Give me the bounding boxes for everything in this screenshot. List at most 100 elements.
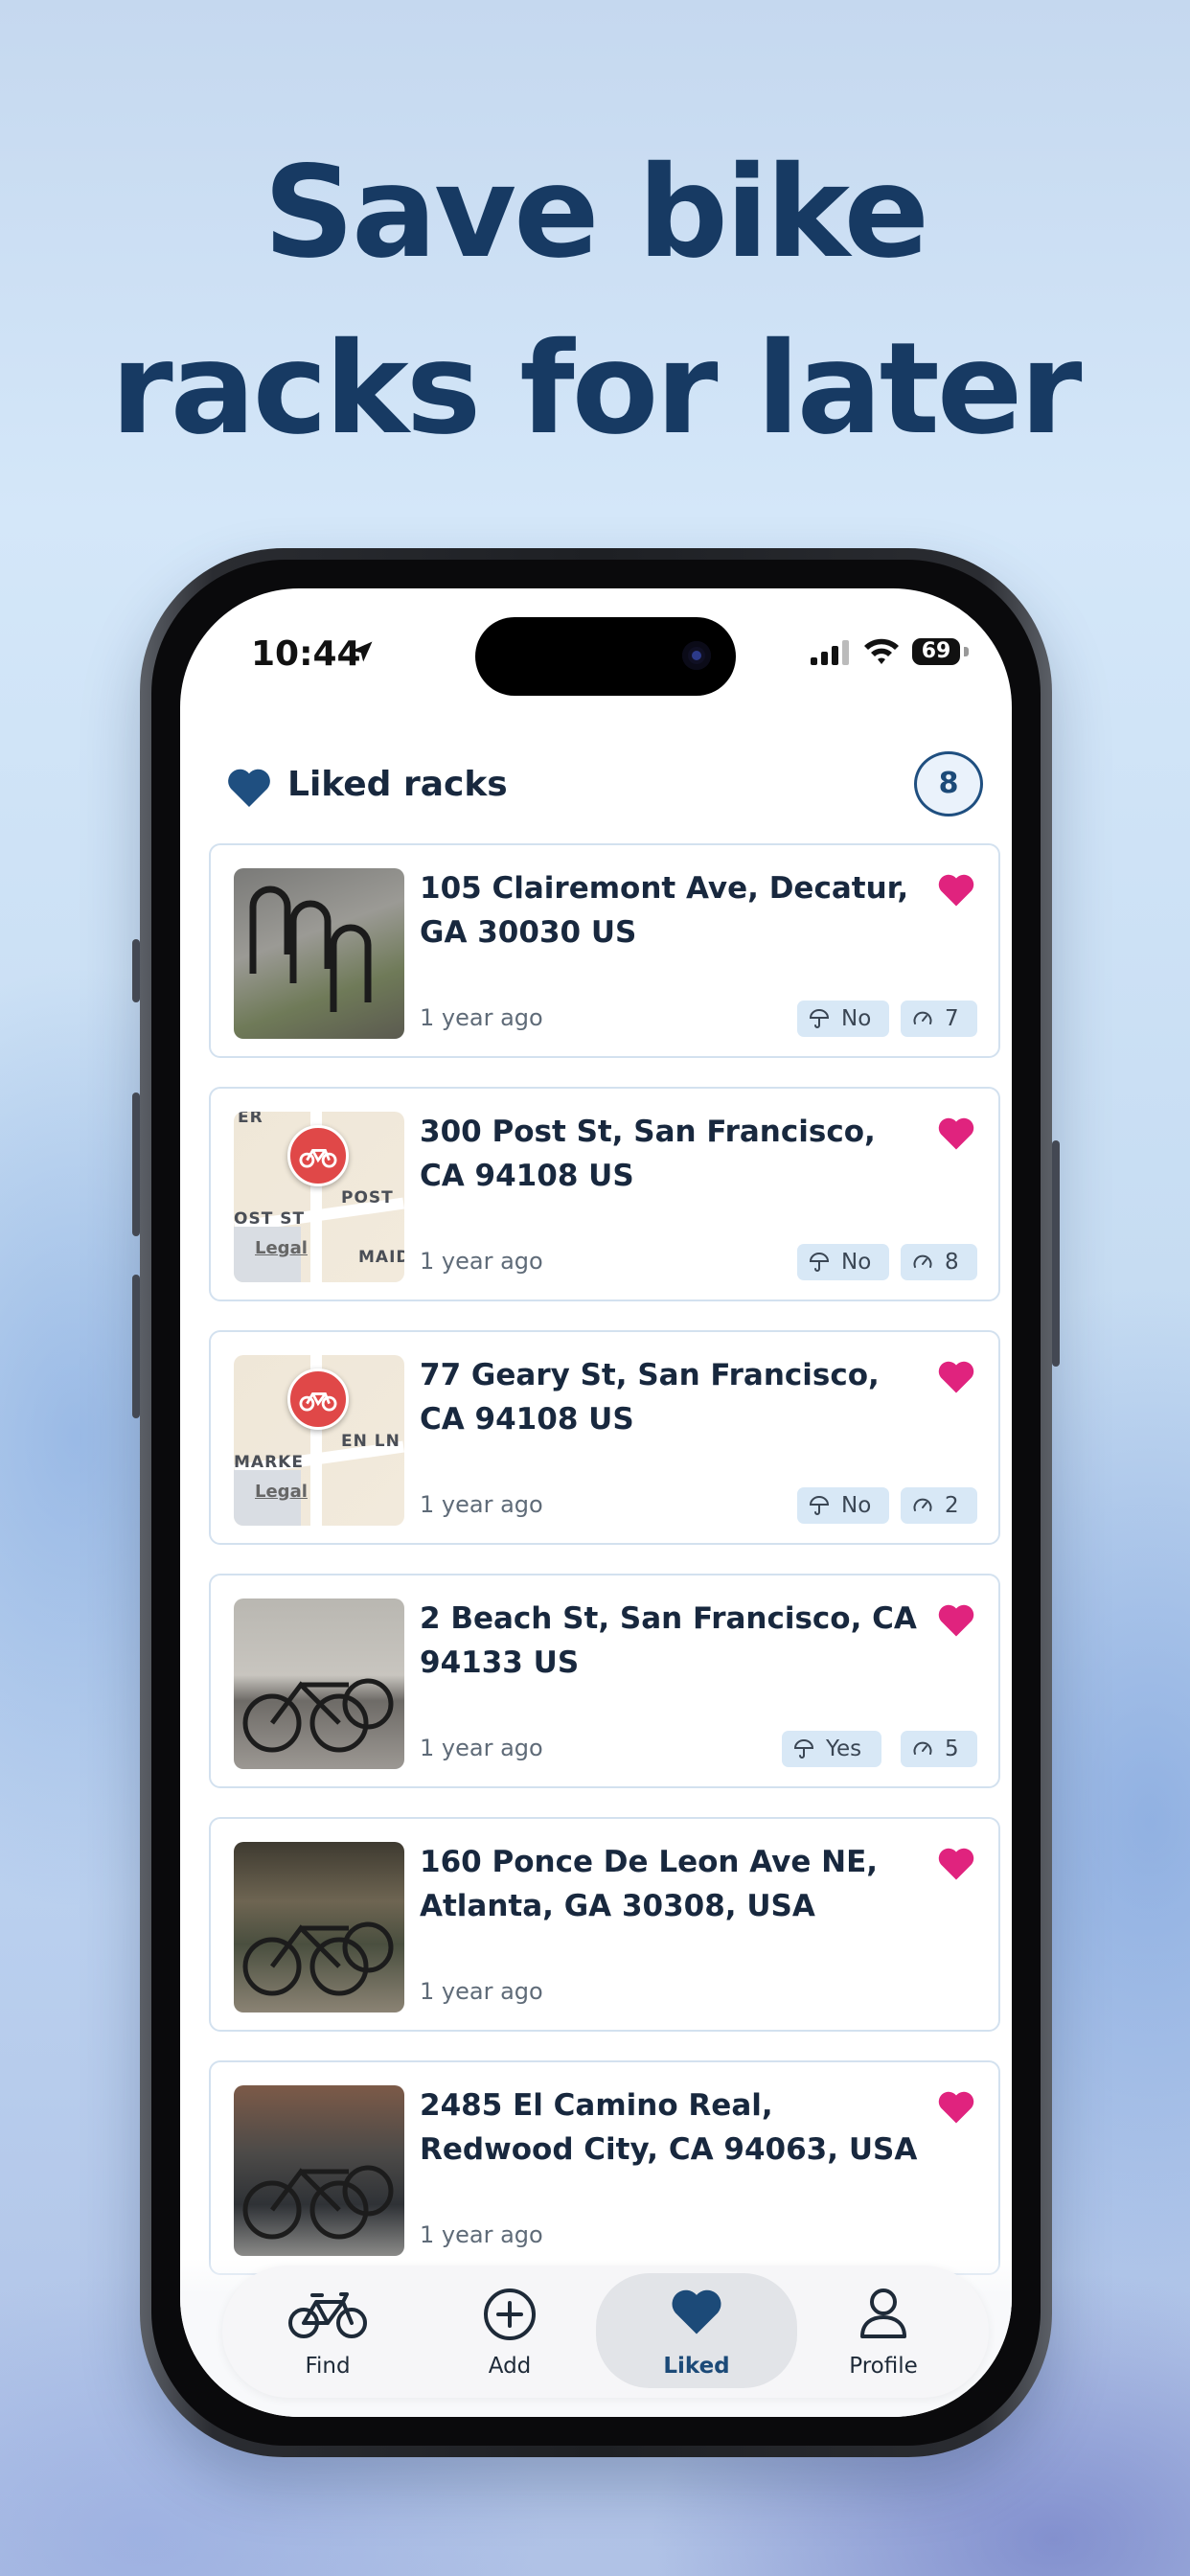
- rack-added-time: 1 year ago: [420, 1491, 543, 1518]
- battery-indicator: 69: [912, 638, 960, 665]
- rack-address: 2485 El Camino Real, Redwood City, CA 94…: [420, 2088, 918, 2167]
- map-street-label: POST: [341, 1188, 394, 1208]
- gauge-icon: [913, 1741, 932, 1755]
- tab-profile-label: Profile: [849, 2354, 918, 2379]
- map-pin: [287, 1125, 349, 1186]
- umbrella-icon: [809, 1009, 830, 1028]
- map-pin: [287, 1368, 349, 1430]
- map-street-label: MARKE: [234, 1453, 304, 1472]
- unlike-heart-icon[interactable]: [937, 1116, 975, 1150]
- headline-line-2: racks for later: [110, 315, 1083, 463]
- parked-bikes-photo: [242, 2165, 394, 2240]
- action-button: [132, 939, 140, 1002]
- tab-profile[interactable]: Profile: [788, 2273, 979, 2388]
- covered-value: No: [841, 1250, 872, 1275]
- map-legal-link[interactable]: Legal: [255, 1482, 308, 1502]
- covered-badge: No: [797, 1487, 889, 1524]
- battery-tip: [964, 647, 969, 656]
- rack-card[interactable]: 2 Beach St, San Francisco, CA 94133 US 1 …: [209, 1574, 1000, 1788]
- rack-added-time: 1 year ago: [420, 1735, 543, 1761]
- capacity-value: 7: [945, 1006, 959, 1031]
- liked-count-badge: 8: [914, 751, 983, 816]
- rack-card[interactable]: 160 Ponce De Leon Ave NE, Atlanta, GA 30…: [209, 1817, 1000, 2032]
- status-time: 10:44: [251, 634, 361, 674]
- map-street-label: ER: [238, 1112, 263, 1127]
- tab-liked-label: Liked: [663, 2354, 730, 2379]
- rack-photo-thumbnail: [234, 868, 404, 1039]
- parked-bikes-photo: [242, 1921, 394, 1996]
- unlike-heart-icon[interactable]: [937, 1359, 975, 1393]
- unlike-heart-icon[interactable]: [937, 1602, 975, 1637]
- rack-card[interactable]: POST OST ST MAID ER Legal 300 Post St, San Fr…: [209, 1087, 1000, 1301]
- covered-value: No: [841, 1493, 872, 1518]
- rack-photo-thumbnail: [234, 1598, 404, 1769]
- phone-bezel: 10:44 69 Liked racks 8 105 Clairemont Av…: [151, 560, 1041, 2446]
- unlike-heart-icon[interactable]: [937, 1846, 975, 1880]
- map-street-label: EN LN: [341, 1432, 400, 1451]
- tab-liked[interactable]: Liked: [596, 2273, 797, 2388]
- phone-frame: 10:44 69 Liked racks 8 105 Clairemont Av…: [140, 548, 1052, 2457]
- covered-badge: No: [797, 1000, 889, 1037]
- capacity-badge: 5: [901, 1731, 977, 1767]
- tab-add-label: Add: [488, 2354, 532, 2379]
- map-street-label: MAID: [358, 1248, 404, 1267]
- wifi-icon: [864, 638, 899, 664]
- person-icon: [860, 2288, 906, 2338]
- capacity-value: 8: [945, 1250, 959, 1275]
- rack-address: 300 Post St, San Francisco, CA 94108 US: [420, 1115, 876, 1193]
- capacity-value: 2: [945, 1493, 959, 1518]
- rack-card[interactable]: 105 Clairemont Ave, Decatur, GA 30030 US…: [209, 843, 1000, 1058]
- bicycle-icon: [299, 1149, 337, 1168]
- rack-added-time: 1 year ago: [420, 2221, 543, 2248]
- map-legal-link[interactable]: Legal: [255, 1238, 308, 1258]
- covered-value: No: [841, 1006, 872, 1031]
- rack-address: 160 Ponce De Leon Ave NE, Atlanta, GA 30…: [420, 1845, 879, 1923]
- rack-photo-thumbnail: [234, 1842, 404, 2012]
- covered-badge: Yes: [782, 1731, 881, 1767]
- covered-badge: No: [797, 1244, 889, 1280]
- capacity-badge: 8: [901, 1244, 977, 1280]
- rack-address: 105 Clairemont Ave, Decatur, GA 30030 US: [420, 871, 909, 950]
- capacity-value: 5: [945, 1736, 959, 1761]
- heart-icon: [672, 2289, 721, 2334]
- gauge-icon: [913, 1254, 932, 1268]
- volume-down-button: [132, 1275, 140, 1418]
- umbrella-icon: [793, 1739, 814, 1759]
- capacity-badge: 2: [901, 1487, 977, 1524]
- volume-up-button: [132, 1092, 140, 1236]
- bike-rack-photo: [249, 886, 372, 1012]
- unlike-heart-icon[interactable]: [937, 872, 975, 907]
- rack-added-time: 1 year ago: [420, 1248, 543, 1275]
- rack-added-time: 1 year ago: [420, 1978, 543, 2005]
- gauge-icon: [913, 1498, 932, 1511]
- rack-added-time: 1 year ago: [420, 1004, 543, 1031]
- camera-icon: [682, 641, 711, 670]
- tab-find-label: Find: [305, 2354, 351, 2379]
- rack-card[interactable]: 2485 El Camino Real, Redwood City, CA 94…: [209, 2060, 1000, 2275]
- umbrella-icon: [809, 1253, 830, 1272]
- gauge-icon: [913, 1011, 932, 1024]
- rack-address: 77 Geary St, San Francisco, CA 94108 US: [420, 1358, 880, 1437]
- covered-value: Yes: [826, 1736, 862, 1761]
- headline: Save bike racks for later: [0, 125, 1190, 477]
- tab-add[interactable]: Add: [414, 2273, 606, 2388]
- power-button: [1052, 1140, 1060, 1367]
- tab-find[interactable]: Find: [232, 2273, 423, 2388]
- rack-map-thumbnail: POST OST ST MAID ER Legal: [234, 1112, 404, 1282]
- plus-circle-icon: [484, 2288, 536, 2340]
- cellular-signal-icon: [811, 640, 849, 665]
- rack-photo-thumbnail: [234, 2085, 404, 2256]
- rack-card[interactable]: EN LN MARKE Legal 77 Geary St, San Francisc…: [209, 1330, 1000, 1545]
- unlike-heart-icon[interactable]: [937, 2089, 975, 2124]
- capacity-badge: 7: [901, 1000, 977, 1037]
- umbrella-icon: [809, 1496, 830, 1515]
- bicycle-icon: [288, 2292, 367, 2338]
- rack-address: 2 Beach St, San Francisco, CA 94133 US: [420, 1601, 917, 1680]
- app-screen: 10:44 69 Liked racks 8 105 Clairemont Av…: [180, 588, 1012, 2417]
- dynamic-island: [475, 617, 736, 696]
- rack-map-thumbnail: EN LN MARKE Legal: [234, 1355, 404, 1526]
- tab-bar: Find Add Liked Profile: [222, 2266, 989, 2398]
- map-street-label: OST ST: [234, 1209, 306, 1229]
- location-arrow-icon: [352, 641, 373, 662]
- parked-bikes-photo: [242, 1678, 394, 1753]
